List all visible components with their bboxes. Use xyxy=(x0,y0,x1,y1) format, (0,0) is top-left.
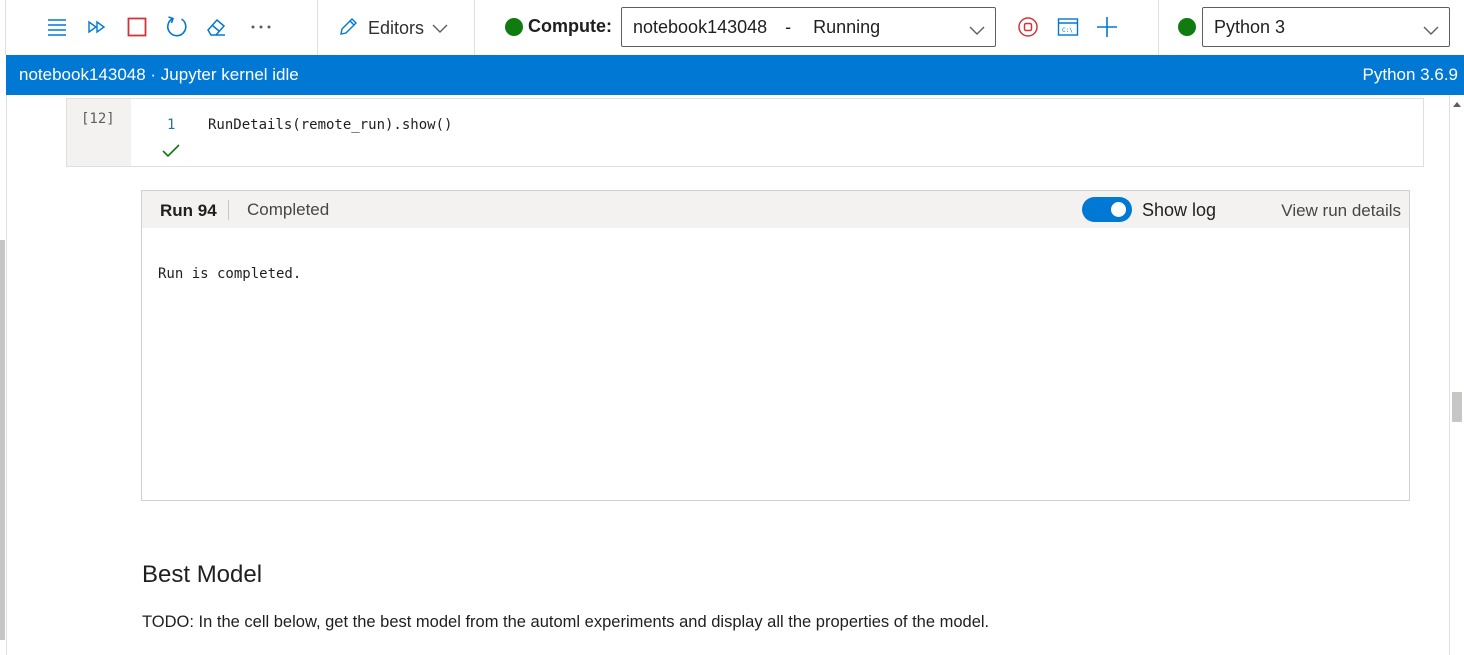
vertical-scrollbar[interactable] xyxy=(1449,95,1464,655)
left-scroll-indicator xyxy=(0,240,5,640)
add-compute-icon[interactable] xyxy=(1094,14,1120,40)
kernel-select[interactable]: Python 3 xyxy=(1202,7,1450,47)
code-cell[interactable]: [12] 1 RunDetails(remote_run).show() xyxy=(66,98,1424,167)
run-header: Run 94 Completed Show log View run detai… xyxy=(142,191,1409,228)
show-log-toggle[interactable] xyxy=(1082,197,1132,222)
eraser-icon[interactable] xyxy=(203,14,229,40)
run-all-icon[interactable] xyxy=(84,14,110,40)
more-icon[interactable] xyxy=(248,14,274,40)
chevron-down-icon xyxy=(1423,20,1439,41)
compute-select[interactable]: notebook143048 - Running xyxy=(621,7,996,47)
toolbar-left-edge xyxy=(0,0,6,55)
compute-status: Running xyxy=(813,16,881,37)
kernel-status-bar: notebook143048 · Jupyter kernel idle Pyt… xyxy=(6,55,1464,95)
run-title: Run 94 xyxy=(160,201,217,220)
stop-square-icon[interactable] xyxy=(124,14,150,40)
pencil-icon xyxy=(338,15,360,42)
editors-label: Editors xyxy=(368,17,425,38)
run-status: Completed xyxy=(247,200,330,219)
toolbar-separator xyxy=(317,0,318,55)
menu-lines-icon[interactable] xyxy=(44,14,70,40)
cell-gutter: [12] xyxy=(67,99,131,166)
compute-label: Compute: xyxy=(528,16,612,36)
kernel-status-text: notebook143048 · Jupyter kernel idle xyxy=(19,65,299,84)
scroll-thumb[interactable] xyxy=(1452,392,1462,422)
run-header-divider xyxy=(228,200,229,220)
terminal-icon[interactable]: C:\ xyxy=(1055,14,1081,40)
editors-menu[interactable]: Editors xyxy=(338,14,448,42)
stop-compute-icon[interactable] xyxy=(1015,14,1041,40)
restart-icon[interactable] xyxy=(164,14,190,40)
show-log-label: Show log xyxy=(1142,200,1217,220)
svg-text:C:\: C:\ xyxy=(1062,27,1073,34)
compute-status-dot xyxy=(505,18,523,36)
markdown-heading: Best Model xyxy=(142,561,263,588)
code-line[interactable]: RunDetails(remote_run).show() xyxy=(208,117,452,133)
compute-name: notebook143048 xyxy=(633,16,768,37)
chevron-down-icon xyxy=(432,18,448,39)
notebook-toolbar: Editors Compute: notebook143048 - Runnin… xyxy=(0,0,1464,55)
toolbar-separator xyxy=(1158,0,1159,55)
line-number: 1 xyxy=(167,117,176,133)
chevron-down-icon xyxy=(969,20,985,41)
compute-separator: - xyxy=(785,16,792,37)
toolbar-separator xyxy=(474,0,475,55)
run-log-output: Run is completed. xyxy=(158,266,302,282)
kernel-status-dot xyxy=(1178,18,1196,36)
toggle-knob xyxy=(1111,202,1126,217)
python-version: Python 3.6.9 xyxy=(1362,65,1458,84)
markdown-paragraph: TODO: In the cell below, get the best mo… xyxy=(142,613,990,631)
run-details-widget: Run 94 Completed Show log View run detai… xyxy=(141,190,1410,501)
scroll-up-arrow-icon[interactable] xyxy=(1453,102,1461,107)
view-run-details-link[interactable]: View run details xyxy=(1281,201,1401,221)
checkmark-icon xyxy=(161,143,181,164)
execution-count: [12] xyxy=(81,111,115,127)
kernel-name: Python 3 xyxy=(1214,16,1286,37)
